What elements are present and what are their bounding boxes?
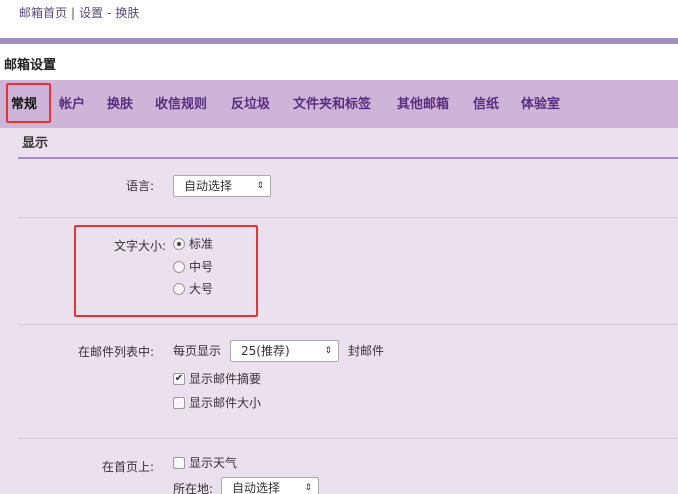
breadcrumb-home-link[interactable]: 邮箱首页	[19, 6, 67, 20]
breadcrumb-current[interactable]: 换肤	[115, 6, 139, 20]
show-size-option[interactable]: 显示邮件大小	[173, 395, 273, 411]
row-divider	[18, 324, 678, 325]
checkbox-show-summary[interactable]: ✔	[173, 373, 185, 385]
per-page-select-value: 25(推荐)	[241, 344, 290, 358]
updown-arrow-icon: ⇕	[256, 181, 264, 191]
font-size-annotation	[74, 225, 258, 317]
breadcrumb-settings-link[interactable]: 设置	[79, 6, 103, 20]
home-page-label: 在首页上:	[101, 460, 154, 474]
active-tab-annotation	[6, 83, 51, 123]
tab-anti-spam[interactable]: 反垃圾	[231, 96, 270, 114]
checkbox-show-size[interactable]	[173, 397, 185, 409]
show-summary-option[interactable]: ✔ 显示邮件摘要	[173, 371, 273, 387]
tab-other-mailboxes[interactable]: 其他邮箱	[397, 96, 449, 114]
show-weather-option[interactable]: 显示天气	[173, 455, 253, 471]
show-weather-label: 显示天气	[189, 456, 238, 470]
updown-arrow-icon: ⇕	[304, 483, 312, 493]
breadcrumb: 邮箱首页 | 设置 - 换肤	[19, 5, 139, 21]
tab-skin[interactable]: 换肤	[107, 96, 133, 114]
breadcrumb-separator: |	[71, 6, 76, 20]
section-divider	[18, 157, 678, 159]
language-select[interactable]: 自动选择 ⇕	[173, 175, 271, 197]
checkbox-show-weather[interactable]	[173, 457, 185, 469]
per-page-prefix: 每页显示	[173, 344, 222, 358]
breadcrumb-dash: -	[107, 6, 112, 20]
section-title-display: 显示	[22, 136, 49, 151]
row-divider	[18, 217, 678, 218]
row-divider	[18, 438, 678, 439]
show-size-label: 显示邮件大小	[189, 396, 262, 410]
show-summary-label: 显示邮件摘要	[189, 372, 262, 386]
tab-stationery[interactable]: 信纸	[473, 96, 499, 114]
per-page-suffix: 封邮件	[348, 344, 385, 358]
per-page-select[interactable]: 25(推荐) ⇕	[230, 340, 339, 362]
tab-labs[interactable]: 体验室	[521, 96, 560, 114]
tab-mail-rules[interactable]: 收信规则	[155, 96, 207, 114]
language-select-value: 自动选择	[184, 179, 233, 193]
page-title: 邮箱设置	[4, 58, 57, 73]
tab-account[interactable]: 帐户	[59, 96, 85, 114]
location-select-value: 自动选择	[232, 481, 281, 494]
settings-title-bar	[0, 44, 678, 78]
updown-arrow-icon: ⇕	[324, 346, 332, 356]
location-label: 所在地:	[173, 482, 214, 494]
language-label: 语言:	[125, 179, 154, 193]
location-select[interactable]: 自动选择 ⇕	[221, 477, 319, 494]
tab-folders-labels[interactable]: 文件夹和标签	[293, 96, 371, 114]
mail-list-label: 在邮件列表中:	[77, 345, 154, 359]
